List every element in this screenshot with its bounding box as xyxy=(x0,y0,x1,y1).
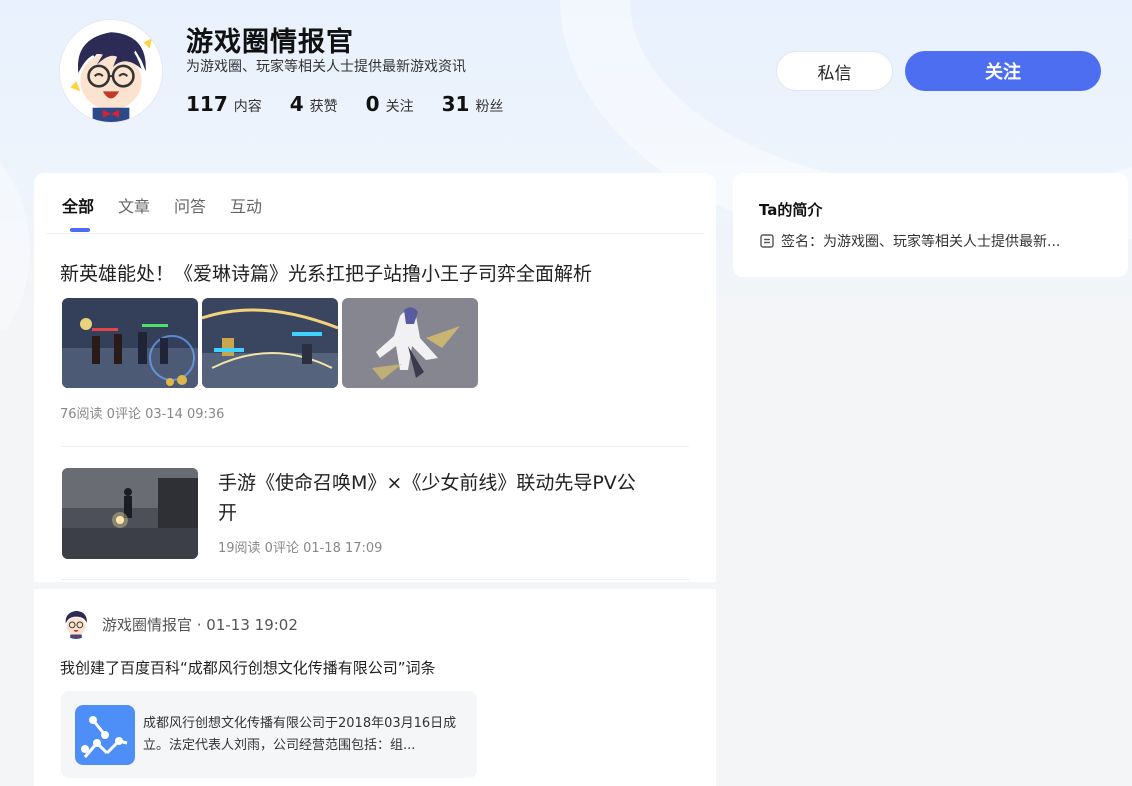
game-scene-image xyxy=(202,298,338,388)
tab-qa[interactable]: 问答 xyxy=(174,193,206,217)
tab-interaction[interactable]: 互动 xyxy=(230,193,262,217)
divider xyxy=(61,446,689,447)
game-scene-image xyxy=(62,298,198,388)
active-tab-indicator xyxy=(70,228,90,232)
avatar[interactable] xyxy=(60,20,162,122)
message-button[interactable]: 私信 xyxy=(776,51,893,91)
content-feed-card: 全部 文章 问答 互动 新英雄能处！《爱琳诗篇》光系扛把子站撸小王子司弈全面解析 xyxy=(34,173,716,582)
stat-label: 获赞 xyxy=(309,99,338,115)
article-meta: 76阅读 0评论 03-14 09:36 xyxy=(60,407,225,422)
article-thumbnails xyxy=(62,298,482,388)
article-title[interactable]: 新英雄能处！《爱琳诗篇》光系扛把子站撸小王子司弈全面解析 xyxy=(60,259,592,286)
baike-link-summary: 成都风行创想文化传播有限公司于2018年03月16日成立。法定代表人刘雨，公司经… xyxy=(143,716,457,753)
stat-label: 关注 xyxy=(385,99,414,115)
decorative-swirl xyxy=(0,120,30,330)
stat-number: 31 xyxy=(441,92,470,116)
article-title[interactable]: 手游《使命召唤M》×《少女前线》联动先导PV公开 xyxy=(218,468,638,528)
divider xyxy=(61,579,689,580)
tab-articles[interactable]: 文章 xyxy=(118,193,150,217)
article-thumbnail[interactable] xyxy=(202,298,338,388)
stat-number: 4 xyxy=(289,92,304,116)
stat-fans[interactable]: 31 粉丝 xyxy=(442,92,504,116)
profile-description: 为游戏圈、玩家等相关人士提供最新游戏资讯 xyxy=(186,59,466,75)
activity-text: 我创建了百度百科“成都风行创想文化传播有限公司”词条 xyxy=(60,659,436,677)
article-thumbnail[interactable] xyxy=(62,468,198,559)
intro-card: Ta的简介 签名：为游戏圈、玩家等相关人士提供最新... xyxy=(733,173,1128,277)
baike-link-card[interactable]: 成都风行创想文化传播有限公司于2018年03月16日成立。法定代表人刘雨，公司经… xyxy=(61,691,477,778)
document-icon xyxy=(760,234,774,248)
stat-likes: 4 获赞 xyxy=(290,92,338,116)
follow-button[interactable]: 关注 xyxy=(905,51,1101,91)
stat-following[interactable]: 0 关注 xyxy=(366,92,414,116)
content-tabs: 全部 文章 问答 互动 xyxy=(62,193,286,217)
activity-author[interactable]: 游戏圈情报官 · 01-13 19:02 xyxy=(102,614,298,635)
baike-network-icon xyxy=(75,705,135,765)
profile-stats: 117 内容 4 获赞 0 关注 31 粉丝 xyxy=(186,92,531,116)
stat-label: 粉丝 xyxy=(475,99,504,115)
article-thumbnail[interactable] xyxy=(342,298,478,388)
divider xyxy=(46,233,704,234)
intro-signature: 签名：为游戏圈、玩家等相关人士提供最新... xyxy=(759,231,1060,251)
character-art-image xyxy=(342,298,478,388)
article-thumbnail[interactable] xyxy=(62,298,198,388)
intro-title: Ta的简介 xyxy=(759,201,823,219)
stat-label: 内容 xyxy=(233,99,262,115)
activity-card: 游戏圈情报官 · 01-13 19:02 我创建了百度百科“成都风行创想文化传播… xyxy=(34,589,716,786)
tab-all[interactable]: 全部 xyxy=(62,193,94,217)
intro-signature-text: 签名：为游戏圈、玩家等相关人士提供最新... xyxy=(781,234,1061,250)
profile-name: 游戏圈情报官 xyxy=(186,27,354,58)
avatar[interactable] xyxy=(60,607,92,639)
stat-number: 0 xyxy=(365,92,380,116)
article-meta: 19阅读 0评论 01-18 17:09 xyxy=(218,541,383,556)
cartoon-boy-avatar-icon xyxy=(60,607,92,639)
stat-content[interactable]: 117 内容 xyxy=(186,92,262,116)
battle-scene-image xyxy=(62,468,198,559)
stat-number: 117 xyxy=(186,92,228,116)
cartoon-boy-avatar-icon xyxy=(60,20,162,122)
